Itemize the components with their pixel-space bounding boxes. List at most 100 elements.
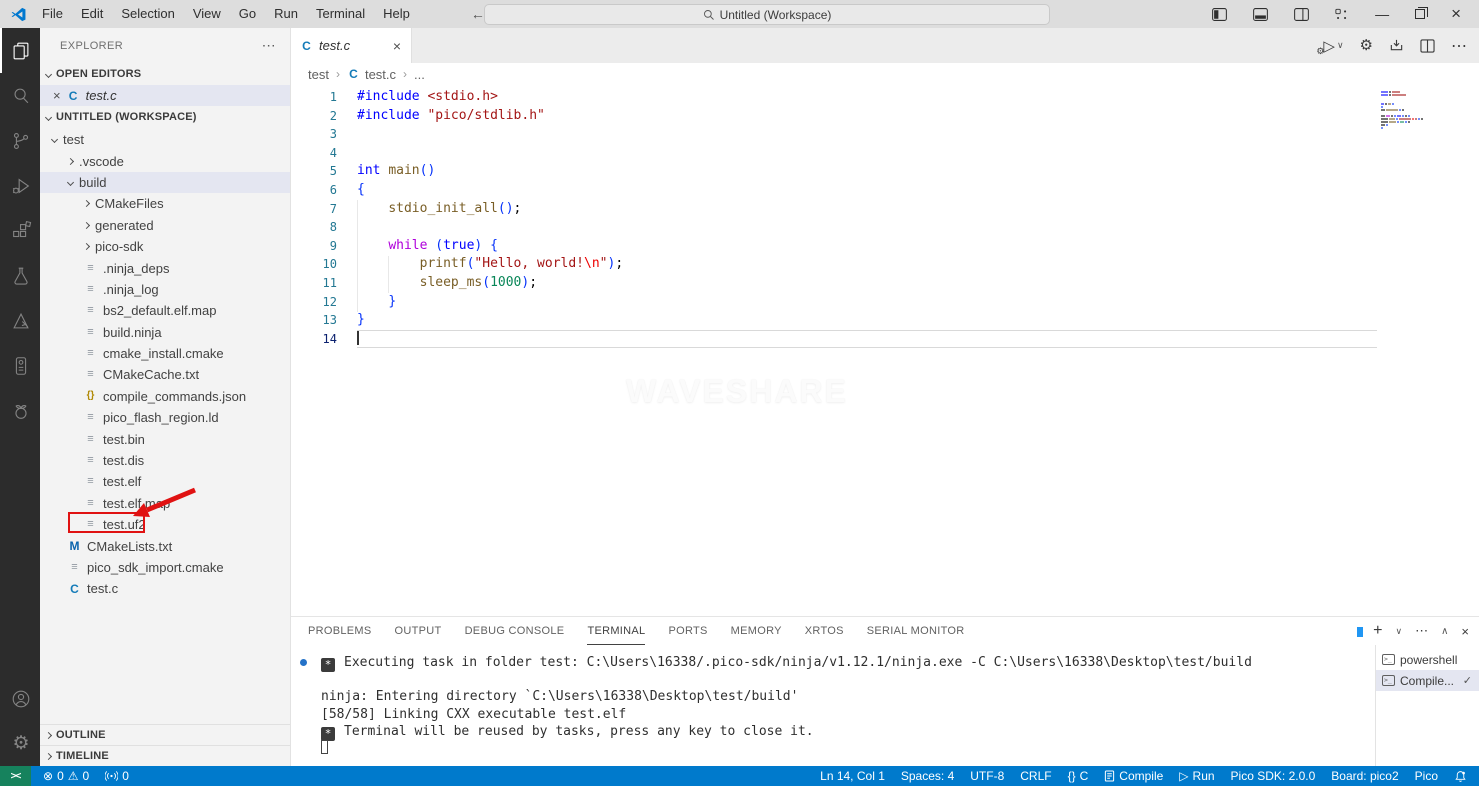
panel-tab-debug-console[interactable]: DEBUG CONSOLE bbox=[465, 618, 565, 645]
terminal-dropdown-icon[interactable]: ∨ bbox=[1395, 626, 1402, 637]
panel-more-icon[interactable]: ⋯ bbox=[1415, 623, 1428, 639]
activity-raspberry-pico[interactable] bbox=[0, 388, 40, 433]
terminal-output[interactable]: * Executing task in folder test: C:\Users… bbox=[291, 645, 1369, 766]
flash-download-icon[interactable] bbox=[1389, 38, 1404, 53]
tree-item-bs2-default.elf.map[interactable]: ≡ bs2_default.elf.map bbox=[40, 300, 290, 321]
menu-help[interactable]: Help bbox=[374, 0, 419, 28]
compile-button[interactable]: Compile bbox=[1096, 766, 1171, 786]
tree-item-test.dis[interactable]: ≡ test.dis bbox=[40, 450, 290, 471]
activity-search[interactable] bbox=[0, 73, 40, 118]
breadcrumb-symbol[interactable]: ... bbox=[414, 67, 425, 82]
panel-tab-memory[interactable]: MEMORY bbox=[731, 618, 782, 645]
maximize-panel-icon[interactable]: ∧ bbox=[1441, 626, 1448, 637]
activity-source-control[interactable] bbox=[0, 118, 40, 163]
problems-status[interactable]: ⊗ 0 ⚠ 0 bbox=[31, 766, 97, 786]
menu-terminal[interactable]: Terminal bbox=[307, 0, 374, 28]
ports-status[interactable]: 0 bbox=[97, 766, 137, 786]
language-mode[interactable]: {} C bbox=[1060, 766, 1097, 786]
restore-icon[interactable] bbox=[1415, 7, 1429, 19]
eol-sequence[interactable]: CRLF bbox=[1012, 766, 1059, 786]
close-editor-icon[interactable]: × bbox=[53, 88, 61, 103]
toggle-sidebar-icon[interactable] bbox=[1212, 7, 1227, 21]
panel-tab-terminal[interactable]: TERMINAL bbox=[587, 618, 646, 645]
explorer-more-actions-icon[interactable]: ⋯ bbox=[262, 37, 276, 54]
tab-close-icon[interactable]: × bbox=[393, 38, 401, 54]
code-editor[interactable]: 1 #include <stdio.h> 2 #include "pico/stdli… bbox=[291, 85, 1479, 616]
menu-file[interactable]: File bbox=[33, 0, 72, 28]
menu-go[interactable]: Go bbox=[230, 0, 265, 28]
pico-sdk-version[interactable]: Pico SDK: 2.0.0 bbox=[1223, 766, 1324, 786]
activity-cmake[interactable] bbox=[0, 298, 40, 343]
toggle-secondary-sidebar-icon[interactable] bbox=[1294, 7, 1309, 21]
activity-testing[interactable] bbox=[0, 253, 40, 298]
settings-gear-icon[interactable]: ⚙ bbox=[1360, 38, 1373, 53]
breadcrumb-folder[interactable]: test bbox=[308, 67, 329, 82]
menu-selection[interactable]: Selection bbox=[112, 0, 183, 28]
minimize-icon[interactable]: — bbox=[1375, 6, 1389, 22]
menu-view[interactable]: View bbox=[184, 0, 230, 28]
bottom-panel: PROBLEMS OUTPUT DEBUG CONSOLE TERMINAL PORTS… bbox=[291, 616, 1479, 766]
panel-tab-xrtos[interactable]: XRTOS bbox=[805, 618, 844, 645]
command-center-search[interactable]: Untitled (Workspace) bbox=[484, 4, 1050, 25]
tree-item-pico-sdk[interactable]: pico-sdk bbox=[40, 236, 290, 257]
close-panel-icon[interactable]: × bbox=[1461, 624, 1469, 639]
close-icon[interactable]: × bbox=[1451, 4, 1461, 24]
pico-status[interactable]: Pico bbox=[1407, 766, 1446, 786]
minimap[interactable] bbox=[1381, 91, 1424, 133]
panel-tab-output[interactable]: OUTPUT bbox=[395, 618, 442, 645]
terminal-instance-powershell[interactable]: >_ powershell bbox=[1376, 649, 1479, 670]
sidebar-bottom-sections: OUTLINE TIMELINE bbox=[40, 724, 290, 766]
tree-item-.ninja-log[interactable]: ≡ .ninja_log bbox=[40, 279, 290, 300]
panel-tab-ports[interactable]: PORTS bbox=[668, 618, 707, 645]
open-editors-header[interactable]: OPEN EDITORS bbox=[40, 63, 290, 85]
toggle-panel-icon[interactable] bbox=[1253, 7, 1268, 21]
tree-item-build.ninja[interactable]: ≡ build.ninja bbox=[40, 322, 290, 343]
activity-accounts[interactable] bbox=[0, 676, 40, 721]
tree-item-.vscode[interactable]: .vscode bbox=[40, 150, 290, 171]
activity-explorer[interactable] bbox=[0, 28, 40, 73]
panel-tab-serial-monitor[interactable]: SERIAL MONITOR bbox=[867, 618, 965, 645]
split-editor-icon[interactable] bbox=[1420, 38, 1435, 53]
activity-pico-board[interactable] bbox=[0, 343, 40, 388]
tree-item-cmakelists.txt[interactable]: M CMakeLists.txt bbox=[40, 535, 290, 556]
remote-indicator[interactable]: >< bbox=[0, 766, 31, 786]
tree-item-generated[interactable]: generated bbox=[40, 215, 290, 236]
menu-edit[interactable]: Edit bbox=[72, 0, 112, 28]
run-button[interactable]: ▷ Run bbox=[1171, 766, 1222, 786]
breadcrumb[interactable]: test › Ctest.c › ... bbox=[291, 63, 1479, 85]
tree-item-cmakecache.txt[interactable]: ≡ CMakeCache.txt bbox=[40, 364, 290, 385]
tree-item-test.c[interactable]: Ctest.c bbox=[40, 578, 290, 599]
tree-item-.ninja-deps[interactable]: ≡ .ninja_deps bbox=[40, 257, 290, 278]
notifications-bell[interactable] bbox=[1446, 766, 1475, 786]
tree-item-cmake-install.cmake[interactable]: ≡ cmake_install.cmake bbox=[40, 343, 290, 364]
activity-extensions[interactable] bbox=[0, 208, 40, 253]
activity-run-debug[interactable] bbox=[0, 163, 40, 208]
terminal-instance-compile[interactable]: >_ Compile... ✓ bbox=[1376, 670, 1479, 691]
tree-item-pico-flash-region.ld[interactable]: ≡ pico_flash_region.ld bbox=[40, 407, 290, 428]
indentation[interactable]: Spaces: 4 bbox=[893, 766, 962, 786]
tree-item-build[interactable]: build bbox=[40, 171, 290, 194]
tree-item-test.bin[interactable]: ≡ test.bin bbox=[40, 428, 290, 449]
raspberry-icon bbox=[15, 404, 27, 419]
panel-tab-problems[interactable]: PROBLEMS bbox=[308, 618, 372, 645]
tab-test-c[interactable]: C test.c × bbox=[291, 28, 412, 63]
run-task-button[interactable]: ⚙ ▷ ∨ bbox=[1316, 37, 1343, 56]
customize-layout-icon[interactable] bbox=[1335, 8, 1349, 21]
tree-item-compile-commands.json[interactable]: {} compile_commands.json bbox=[40, 386, 290, 407]
activity-settings[interactable]: ⚙ bbox=[0, 721, 40, 766]
bell-icon bbox=[1455, 770, 1466, 782]
encoding[interactable]: UTF-8 bbox=[962, 766, 1012, 786]
back-arrow-icon[interactable]: ← bbox=[471, 6, 485, 22]
menu-run[interactable]: Run bbox=[265, 0, 307, 28]
tree-item-test[interactable]: test bbox=[40, 129, 290, 150]
outline-section[interactable]: OUTLINE bbox=[40, 724, 290, 745]
more-actions-icon[interactable]: ⋯ bbox=[1451, 36, 1467, 56]
open-editor-item-test-c[interactable]: × C test.c bbox=[40, 85, 290, 106]
board-selector[interactable]: Board: pico2 bbox=[1323, 766, 1406, 786]
tree-item-pico-sdk-import.cmake[interactable]: ≡ pico_sdk_import.cmake bbox=[40, 557, 290, 578]
new-terminal-icon[interactable]: + bbox=[1373, 622, 1382, 640]
tree-item-cmakefiles[interactable]: CMakeFiles bbox=[40, 193, 290, 214]
cursor-position[interactable]: Ln 14, Col 1 bbox=[812, 766, 893, 786]
workspace-header[interactable]: UNTITLED (WORKSPACE) bbox=[40, 106, 290, 128]
timeline-section[interactable]: TIMELINE bbox=[40, 745, 290, 766]
